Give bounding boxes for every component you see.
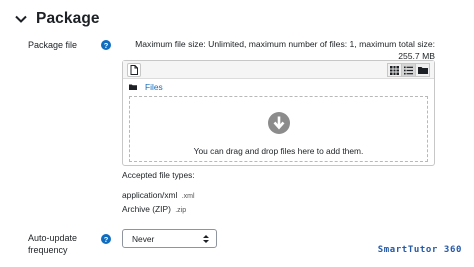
add-file-button[interactable] [127,63,141,77]
type-extension: .zip [175,207,187,214]
files-link[interactable]: Files [145,82,163,92]
list-icon [404,66,413,74]
auto-update-select[interactable]: Never [122,229,217,248]
accepted-types-label: Accepted file types: [122,170,195,180]
type-extension: .xml [181,193,195,200]
auto-update-label-line-2: frequency [28,244,68,255]
select-value: Never [132,233,155,244]
section-header[interactable]: Package [14,10,100,28]
folder-icon [129,84,137,90]
help-icon[interactable]: ? [101,40,111,50]
drop-zone-text: You can drag and drop files here to add … [193,146,364,156]
drop-zone[interactable]: You can drag and drop files here to add … [129,96,428,162]
grid-icon [390,65,399,75]
type-name: Archive (ZIP) [122,204,171,214]
max-size-info: Maximum file size: Unlimited, maximum nu… [120,38,435,62]
grid-view-button[interactable] [387,63,402,77]
section-title: Package [36,10,100,27]
download-arrow-icon [267,112,290,134]
help-icon[interactable]: ? [101,234,111,244]
file-icon [130,65,138,75]
package-file-label: Package file [28,40,78,50]
file-picker: Files You can drag and drop files here t… [122,60,435,166]
chevron-down-icon[interactable] [14,12,28,26]
list-item: application/xml .xml [122,189,195,203]
accepted-types-list: application/xml .xml Archive (ZIP) .zip [122,189,195,217]
auto-update-label: Auto-update frequency [28,233,77,256]
list-item: Archive (ZIP) .zip [122,203,195,217]
view-toggle-group [387,63,430,77]
select-caret-icon [203,235,209,243]
file-picker-toolbar [123,61,434,79]
max-size-line-1: Maximum file size: Unlimited, maximum nu… [135,39,435,49]
auto-update-label-line-1: Auto-update [28,233,78,243]
type-name: application/xml [122,190,178,200]
list-view-button[interactable] [401,63,416,77]
tree-view-button[interactable] [415,63,430,77]
watermark-logo: SmartTutor 360 [377,245,462,255]
folder-icon [417,67,428,74]
file-path-breadcrumb: Files [129,82,163,92]
